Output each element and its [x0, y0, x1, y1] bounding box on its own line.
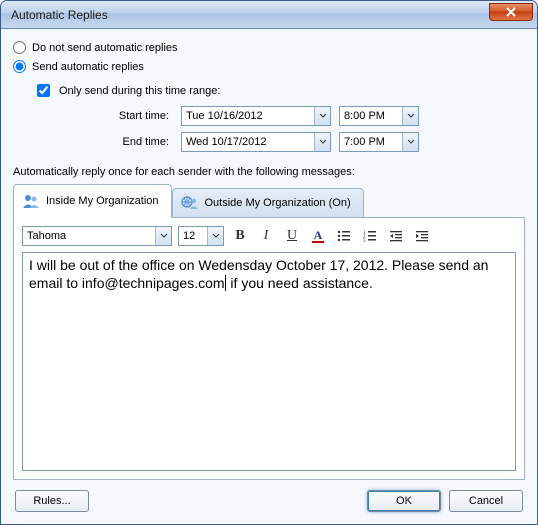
tab-outside-org[interactable]: Outside My Organization (On) — [172, 188, 364, 218]
font-size-dropdown[interactable]: 12 — [178, 226, 224, 246]
end-time-label: End time: — [93, 136, 173, 148]
tabs-row: Inside My Organization Outside My Organi… — [13, 184, 525, 218]
close-icon — [505, 7, 517, 17]
bold-button[interactable]: B — [230, 226, 250, 246]
radio-send[interactable]: Send automatic replies — [13, 60, 525, 73]
automatic-replies-window: Automatic Replies Do not send automatic … — [0, 0, 538, 525]
radio-dont-send-input[interactable] — [13, 41, 26, 54]
font-color-icon: A — [310, 228, 326, 244]
tab-inside-org-label: Inside My Organization — [46, 195, 159, 207]
font-family-dropdown[interactable]: Tahoma — [22, 226, 172, 246]
numbered-list-icon: 1 2 3 — [363, 229, 377, 243]
checkbox-time-range[interactable]: Only send during this time range: — [33, 81, 525, 100]
dialog-content: Do not send automatic replies Send autom… — [1, 29, 537, 524]
font-size-value: 12 — [179, 230, 207, 242]
tab-outside-org-label: Outside My Organization (On) — [205, 197, 351, 209]
svg-text:3: 3 — [363, 239, 366, 243]
window-title: Automatic Replies — [11, 8, 489, 22]
end-time-value: 7:00 PM — [340, 136, 402, 148]
radio-dont-send[interactable]: Do not send automatic replies — [13, 41, 525, 54]
numbered-list-button[interactable]: 1 2 3 — [360, 226, 380, 246]
end-date-dropdown[interactable]: Wed 10/17/2012 — [181, 132, 331, 152]
decrease-indent-icon — [389, 229, 403, 243]
radio-send-label: Send automatic replies — [32, 61, 144, 73]
rules-button[interactable]: Rules... — [15, 490, 89, 512]
start-time-label: Start time: — [93, 110, 173, 122]
format-toolbar: Tahoma 12 B I U A — [22, 226, 516, 246]
tab-inside-org[interactable]: Inside My Organization — [13, 184, 172, 218]
time-range-grid: Start time: Tue 10/16/2012 8:00 PM End t… — [93, 106, 525, 152]
bullet-list-button[interactable] — [334, 226, 354, 246]
message-panel: Tahoma 12 B I U A — [13, 217, 525, 480]
titlebar: Automatic Replies — [1, 1, 537, 29]
dialog-button-row: Rules... OK Cancel — [13, 480, 525, 514]
globe-people-icon — [181, 194, 199, 212]
chevron-down-icon — [207, 227, 223, 245]
font-color-button[interactable]: A — [308, 226, 328, 246]
chevron-down-icon — [314, 133, 330, 151]
text-cursor — [225, 275, 226, 291]
chevron-down-icon — [155, 227, 171, 245]
cancel-button[interactable]: Cancel — [449, 490, 523, 512]
people-icon — [22, 192, 40, 210]
ok-button[interactable]: OK — [367, 490, 441, 512]
rules-button-label: Rules... — [33, 495, 70, 507]
start-time-value: 8:00 PM — [340, 110, 402, 122]
bullet-list-icon — [337, 229, 351, 243]
start-date-value: Tue 10/16/2012 — [182, 110, 314, 122]
checkbox-time-range-input[interactable] — [37, 84, 50, 97]
start-date-dropdown[interactable]: Tue 10/16/2012 — [181, 106, 331, 126]
window-close-button[interactable] — [489, 3, 533, 21]
svg-text:A: A — [314, 228, 323, 242]
chevron-down-icon — [402, 107, 418, 125]
increase-indent-button[interactable] — [412, 226, 432, 246]
decrease-indent-button[interactable] — [386, 226, 406, 246]
start-time-dropdown[interactable]: 8:00 PM — [339, 106, 419, 126]
chevron-down-icon — [314, 107, 330, 125]
underline-button[interactable]: U — [282, 226, 302, 246]
checkbox-time-range-label: Only send during this time range: — [59, 85, 220, 97]
radio-dont-send-label: Do not send automatic replies — [32, 42, 178, 54]
message-text-part2: if you need assistance. — [227, 275, 373, 291]
italic-button[interactable]: I — [256, 226, 276, 246]
end-date-value: Wed 10/17/2012 — [182, 136, 314, 148]
ok-button-label: OK — [396, 495, 412, 507]
message-editor[interactable]: I will be out of the office on Wedensday… — [22, 252, 516, 471]
font-family-value: Tahoma — [23, 230, 155, 242]
end-time-dropdown[interactable]: 7:00 PM — [339, 132, 419, 152]
chevron-down-icon — [402, 133, 418, 151]
cancel-button-label: Cancel — [469, 495, 503, 507]
radio-send-input[interactable] — [13, 60, 26, 73]
increase-indent-icon — [415, 229, 429, 243]
section-label: Automatically reply once for each sender… — [13, 166, 525, 178]
